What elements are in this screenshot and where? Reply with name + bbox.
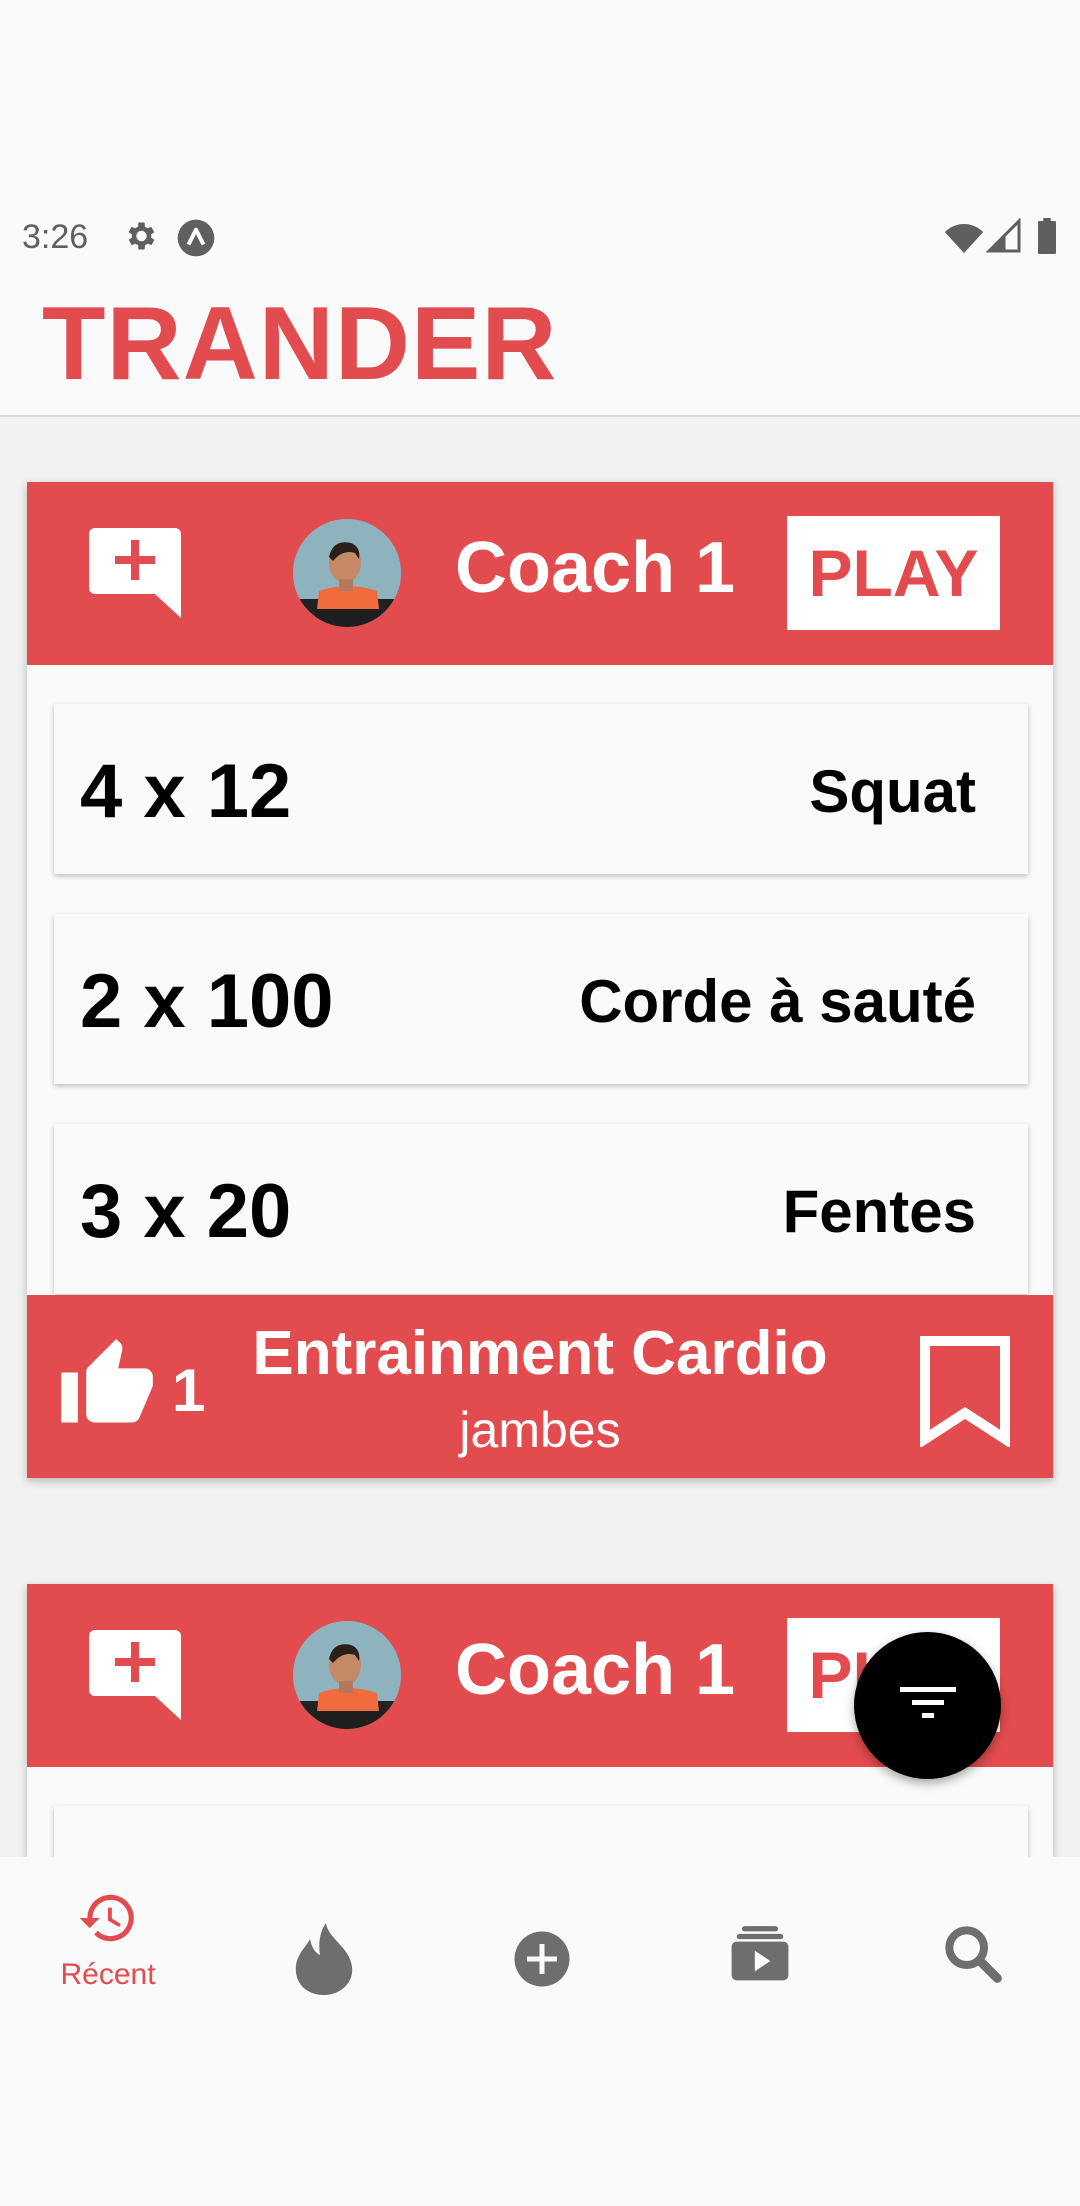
exercise-name: Squat [809,758,976,825]
add-circle-icon [512,1929,572,1994]
coach-name[interactable]: Coach 1 [455,532,735,604]
exercise-reps: 3 x 20 [80,1169,292,1254]
wifi-icon [944,218,984,263]
playlist-play-icon [729,1921,791,1988]
app-bar: TRANDER [0,262,1080,417]
filter-icon [898,1683,958,1728]
thumbs-up-icon [57,1339,157,1439]
filter-button[interactable] [854,1632,1001,1779]
status-bar: 3:26 [0,212,1080,262]
card-header: Coach 1 PLAY [27,482,1053,665]
top-spacer [0,0,1080,212]
workout-title: Entrainment Cardio [252,1319,828,1388]
bookmark-icon [915,1336,1015,1451]
play-button[interactable]: PLAY [787,516,1000,630]
workout-card[interactable]: Coach 1 PLAY 4 x 12 Squat 2 x 100 Corde … [27,482,1053,1478]
nav-item-trending[interactable] [244,1887,404,2007]
workout-subtitle: jambes [459,1402,621,1458]
nav-item-playlists[interactable] [680,1887,840,2007]
exercise-row[interactable]: 4 x 12 Squat [54,704,1028,874]
nav-item-add[interactable] [462,1887,622,2007]
nav-item-search[interactable] [892,1887,1052,2007]
bottom-navigation: Récent [0,1857,1080,2206]
coach-name[interactable]: Coach 1 [455,1634,735,1706]
card-footer: 1 Entrainment Cardio jambes [27,1295,1053,1478]
nav-label-recent: Récent [60,1958,156,1991]
exercise-row[interactable] [54,1806,1028,1857]
exercise-reps: 2 x 100 [80,959,334,1044]
search-icon [940,1921,1004,1990]
add-comment-icon [89,528,181,622]
battery-icon [1036,218,1058,259]
app-notification-icon [176,218,216,263]
nav-item-recent[interactable]: Récent [28,1887,188,2007]
coach-avatar[interactable] [293,1621,401,1729]
coach-avatar[interactable] [293,519,401,627]
cell-signal-icon [985,217,1022,259]
fire-icon [292,1923,356,2000]
like-button[interactable] [57,1335,157,1435]
history-icon [77,1887,139,1954]
exercise-row[interactable]: 2 x 100 Corde à sauté [54,914,1028,1084]
exercise-row[interactable]: 3 x 20 Fentes [54,1124,1028,1294]
add-comment-button[interactable] [89,1630,181,1720]
app-title: TRANDER [42,286,558,402]
settings-icon [122,218,158,259]
status-time: 3:26 [22,218,89,256]
bookmark-button[interactable] [915,1335,1015,1449]
exercise-reps: 4 x 12 [80,749,292,834]
exercise-name: Corde à sauté [579,968,976,1035]
add-comment-button[interactable] [89,528,181,618]
exercise-name: Fentes [782,1178,976,1245]
add-comment-icon [89,1630,181,1724]
